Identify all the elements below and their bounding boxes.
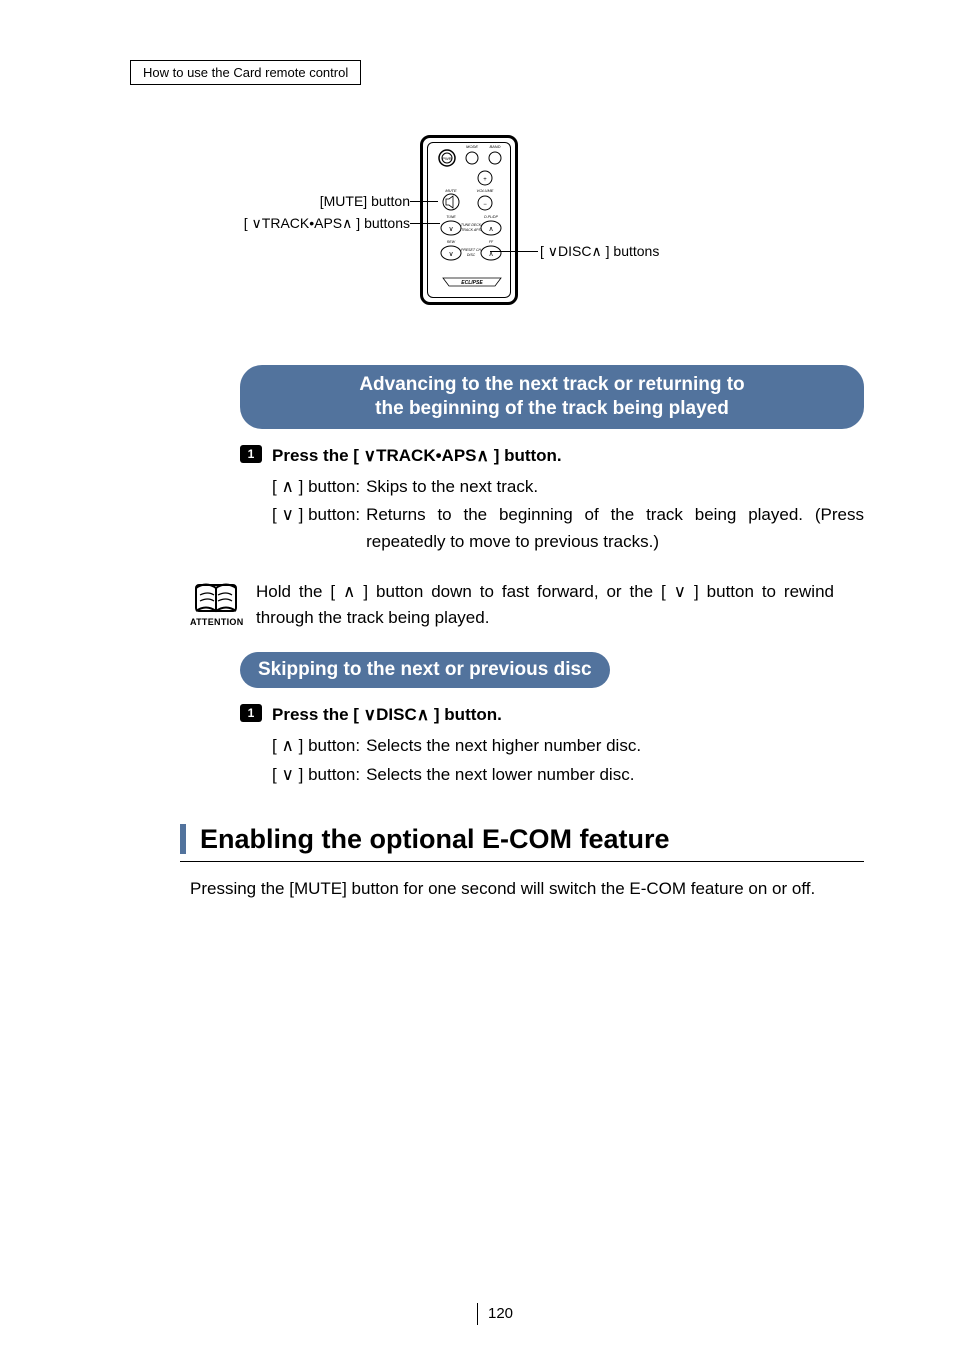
svg-text:REW: REW [447,240,456,244]
remote-outline: PWR MODE BAND + VOLUME − MUTE TUNE D-PL/… [420,135,518,305]
attention-note: ATTENTION Hold the [ ∧ ] button down to … [190,579,834,630]
breadcrumb: How to use the Card remote control [130,60,361,85]
remote-svg: PWR MODE BAND + VOLUME − MUTE TUNE D-PL/… [423,138,521,308]
svg-text:VOLUME: VOLUME [477,188,494,193]
step-number-icon: 1 [240,445,262,463]
svg-text:+: + [483,177,487,183]
list-item: [ ∨ ] button: Selects the next lower num… [272,762,864,788]
svg-text:TRACK APS: TRACK APS [461,228,481,232]
step-instruction: Press the [ ∨TRACK•APS∧ ] button. [272,443,864,469]
section-title-advancing: Advancing to the next track or returning… [240,365,864,429]
attention-icon: ATTENTION [190,579,242,627]
svg-text:DISC: DISC [467,253,476,257]
list-item: [ ∧ ] button: Selects the next higher nu… [272,733,864,759]
svg-text:TUNE DECK: TUNE DECK [461,223,482,227]
svg-text:PWR: PWR [442,156,451,161]
svg-text:∨: ∨ [448,251,453,258]
step-1-track: 1 Press the [ ∨TRACK•APS∧ ] button. [240,443,864,469]
svg-text:MUTE: MUTE [445,188,457,193]
step-instruction: Press the [ ∨DISC∧ ] button. [272,702,864,728]
svg-text:MODE: MODE [466,144,478,149]
svg-text:FF: FF [489,240,494,244]
label-disc-buttons: [ ∨DISC∧ ] buttons [540,243,659,260]
page-number: 120 [477,1303,513,1325]
label-mute-button: [MUTE] button [320,193,410,209]
heading-underline [180,861,864,862]
attention-text: Hold the [ ∧ ] button down to fast forwa… [256,579,834,630]
svg-text:D-PL/DP: D-PL/DP [484,215,498,219]
svg-text:∧: ∧ [488,226,493,233]
label-track-aps-buttons: [ ∨TRACK•APS∧ ] buttons [244,215,410,232]
list-item: [ ∨ ] button: Returns to the beginning o… [272,502,864,555]
heading-accent-bar [180,824,186,854]
step-number-icon: 1 [240,704,262,722]
step-1-disc: 1 Press the [ ∨DISC∧ ] button. [240,702,864,728]
svg-text:ECLIPSE: ECLIPSE [461,280,483,286]
svg-text:∨: ∨ [448,226,453,233]
svg-text:−: − [483,202,487,208]
svg-text:PRESET CH: PRESET CH [461,248,482,252]
svg-text:BAND: BAND [489,144,500,149]
section-title-skipping: Skipping to the next or previous disc [240,652,610,688]
list-item: [ ∧ ] button: Skips to the next track. [272,474,864,500]
svg-text:TUNE: TUNE [446,215,456,219]
remote-diagram: [MUTE] button [ ∨TRACK•APS∧ ] buttons [ … [130,135,864,325]
svg-text:∧: ∧ [488,251,493,258]
body-paragraph: Pressing the [MUTE] button for one secon… [190,876,834,902]
heading-ecom: Enabling the optional E-COM feature [180,824,864,855]
